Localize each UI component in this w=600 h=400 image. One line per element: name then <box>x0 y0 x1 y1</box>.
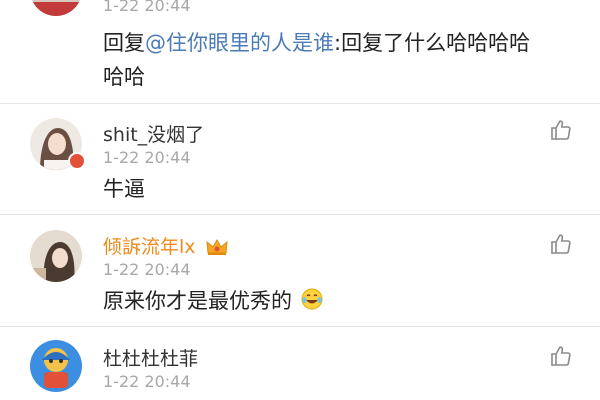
username[interactable]: shit_没烟了 <box>103 120 204 147</box>
comment-time: 1-22 20:44 <box>103 260 191 279</box>
username[interactable]: 倾訴流年lx <box>103 232 228 259</box>
thumbs-up-icon[interactable] <box>549 344 573 368</box>
avatar[interactable] <box>30 340 82 392</box>
reply-text-line2: 哈哈 <box>103 65 145 89</box>
username-text: 倾訴流年lx <box>103 236 196 258</box>
comment-text: 回复@住你眼里的人是谁:回复了什么哈哈哈哈 哈哈 <box>103 26 573 94</box>
comment-time: 1-22 20:44 <box>103 372 191 391</box>
thumbs-up-icon[interactable] <box>549 232 573 256</box>
crown-icon <box>205 238 228 255</box>
comment-text: 牛逼 <box>103 177 145 201</box>
thumbs-up-icon[interactable] <box>549 118 573 142</box>
divider <box>0 214 600 215</box>
mention-link[interactable]: @住你眼里的人是谁 <box>145 31 334 55</box>
comment-time: 1-22 20:44 <box>103 148 191 167</box>
comment-text-body: 原来你才是最优秀的 <box>103 289 292 313</box>
username[interactable]: 杜杜杜杜菲 <box>103 344 198 371</box>
avatar[interactable] <box>30 230 82 282</box>
laugh-cry-emoji <box>301 288 323 310</box>
avatar[interactable] <box>30 0 82 16</box>
divider <box>0 326 600 327</box>
reply-text: :回复了什么哈哈哈哈 <box>334 31 531 55</box>
comment-text: 原来你才是最优秀的 <box>103 284 573 318</box>
level-badge-icon <box>68 152 86 170</box>
divider <box>0 103 600 104</box>
reply-prefix: 回复 <box>103 31 145 55</box>
comment-time: 1-22 20:44 <box>103 0 191 15</box>
